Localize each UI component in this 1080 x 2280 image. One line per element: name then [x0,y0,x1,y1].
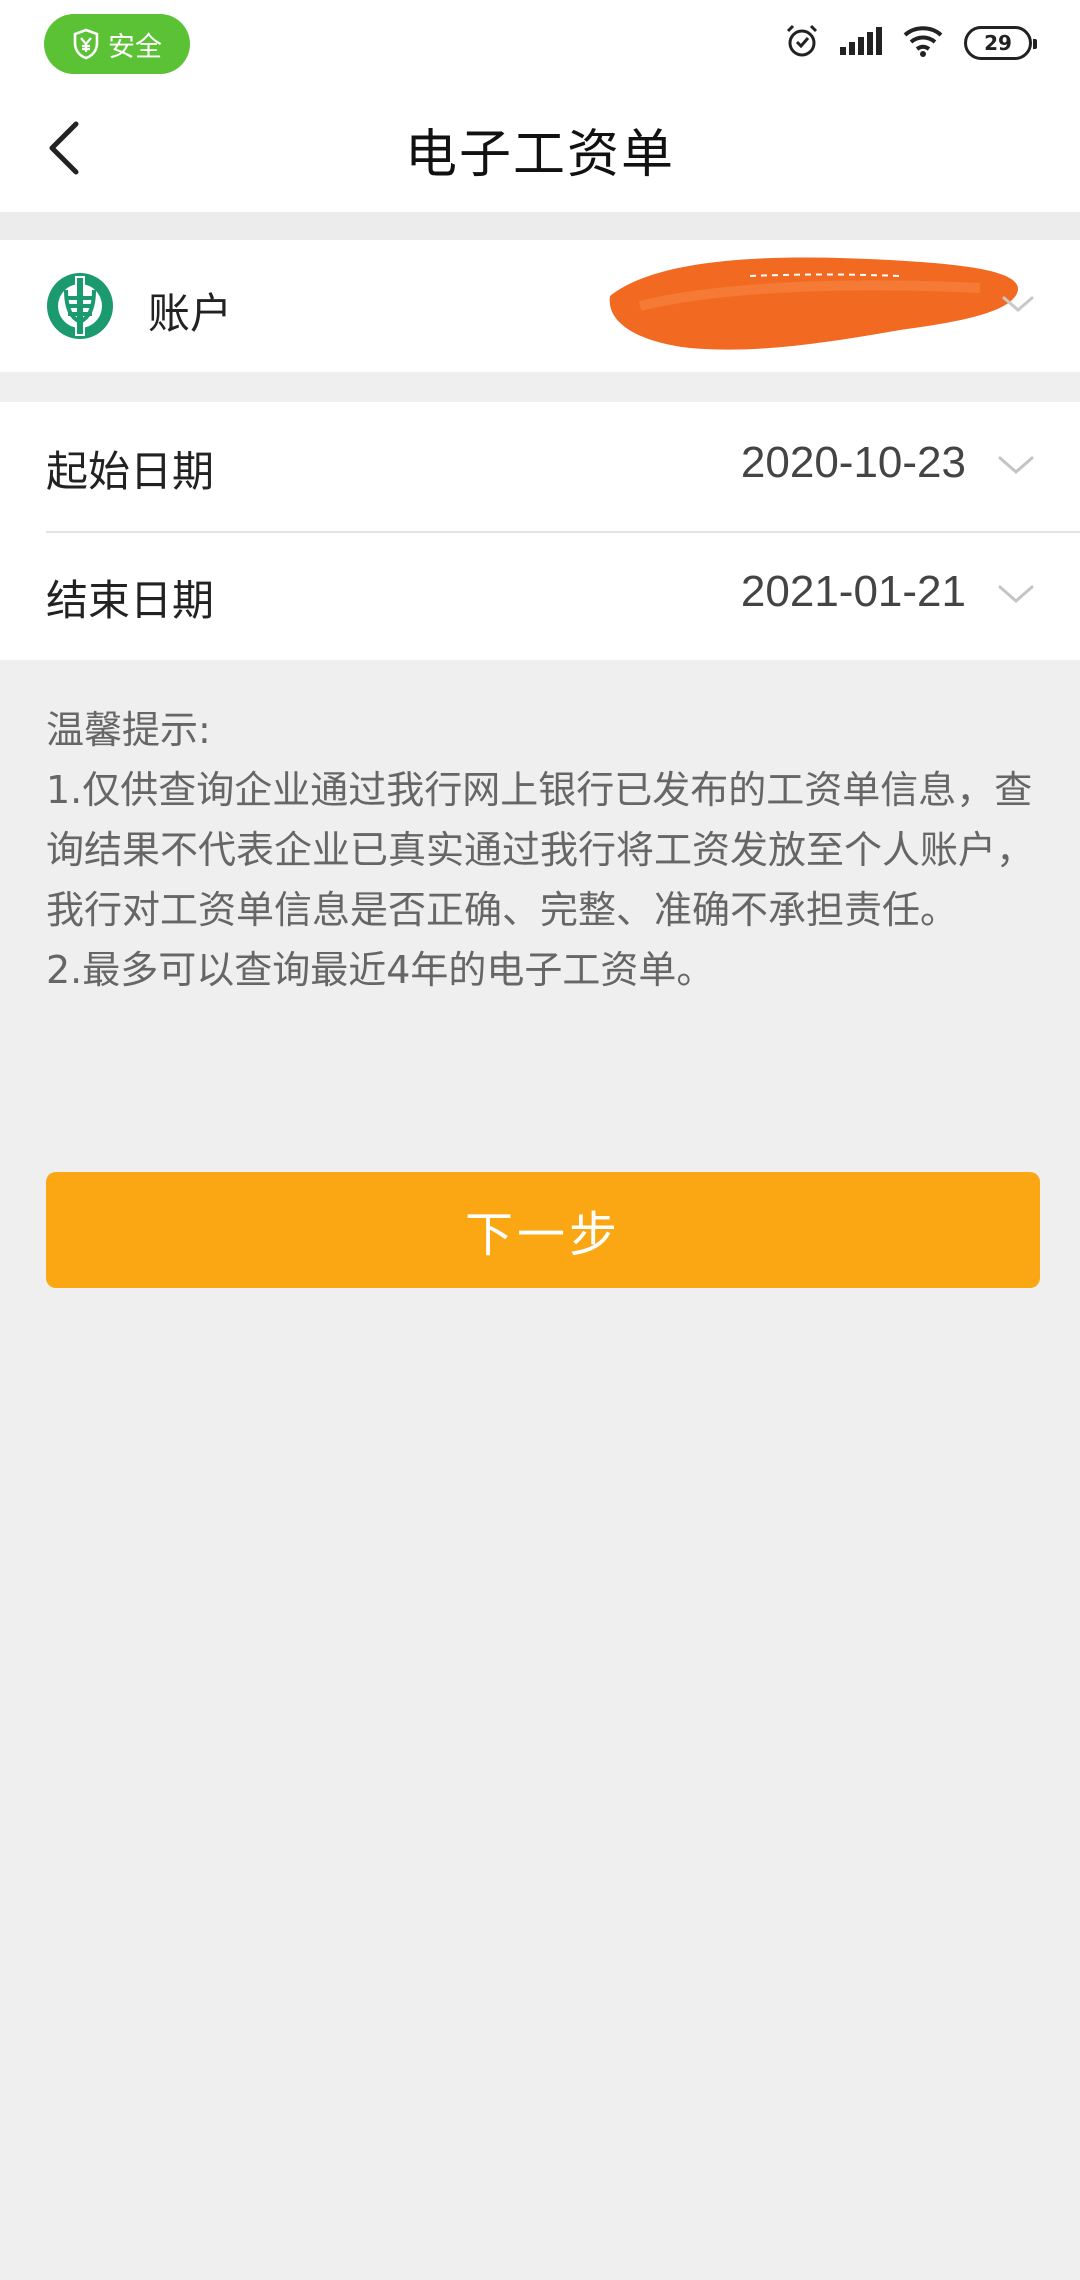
account-label: 账户 [148,289,233,338]
safe-badge[interactable]: 安全 [44,14,190,74]
start-date-row[interactable]: 起始日期 2020-10-23 [0,402,1080,533]
battery-icon: 29 [964,26,1037,60]
section-divider [0,212,1080,240]
chevron-down-icon [1002,296,1034,312]
battery-level: 29 [984,31,1012,55]
page-title: 电子工资单 [404,125,675,185]
alarm-icon [784,23,820,63]
date-range-card: 起始日期 2020-10-23 结束日期 2021-01-21 [0,402,1080,660]
account-selector[interactable]: 账户 [0,240,1080,372]
start-date-value: 2020-10-23 [740,438,966,487]
bank-logo-icon [47,273,113,339]
notice-line-1: 1.仅供查询企业通过我行网上银行已发布的工资单信息，查询结果不代表企业已真实通过… [46,768,1035,932]
end-date-label: 结束日期 [46,576,215,625]
status-bar: 安全 29 [0,0,1080,86]
wifi-icon [902,24,944,62]
chevron-down-icon [998,585,1034,603]
shield-yen-icon [72,28,100,60]
notice-title: 温馨提示: [46,708,211,752]
end-date-value: 2021-01-21 [740,567,966,616]
next-step-button[interactable]: 下一步 [46,1172,1040,1288]
start-date-label: 起始日期 [46,447,215,496]
signal-icon [840,25,882,61]
notice-line-2: 2.最多可以查询最近4年的电子工资单。 [46,948,715,992]
header-bar: 电子工资单 [0,86,1080,212]
end-date-row[interactable]: 结束日期 2021-01-21 [0,531,1080,660]
safe-label: 安全 [108,31,162,63]
chevron-down-icon [998,456,1034,474]
notice-text: 温馨提示: 1.仅供查询企业通过我行网上银行已发布的工资单信息，查询结果不代表企… [46,700,1046,1000]
masked-account-number [609,257,1019,350]
status-icons: 29 [784,22,1037,64]
